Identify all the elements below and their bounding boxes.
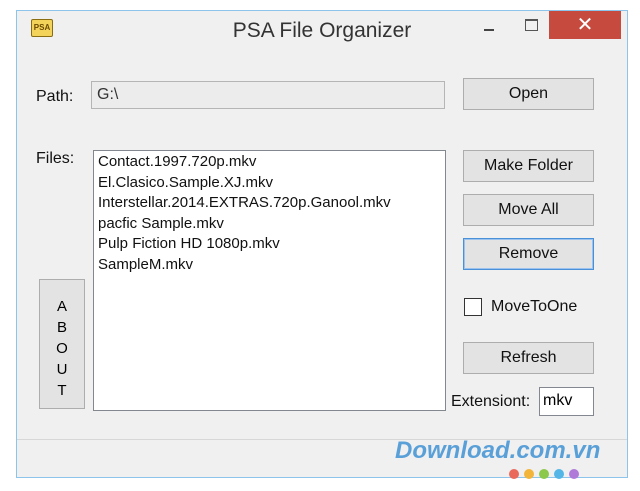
- about-letter: B: [56, 319, 67, 336]
- refresh-button[interactable]: Refresh: [463, 342, 594, 374]
- maximize-button[interactable]: [511, 11, 551, 39]
- watermark-dot: [569, 469, 579, 479]
- watermark-dots: [509, 469, 579, 479]
- open-button[interactable]: Open: [463, 78, 594, 110]
- extension-label: Extensiont:: [451, 393, 531, 410]
- app-window: PSA PSA File Organizer ✕ Path: G:\ Open …: [16, 10, 628, 478]
- minimize-icon: [484, 29, 494, 31]
- move-all-button[interactable]: Move All: [463, 194, 594, 226]
- list-item[interactable]: SampleM.mkv: [98, 255, 441, 276]
- remove-button[interactable]: Remove: [463, 238, 594, 270]
- path-label: Path:: [36, 88, 74, 105]
- move-to-one-checkbox[interactable]: [464, 298, 482, 316]
- watermark-dot: [509, 469, 519, 479]
- list-item[interactable]: Interstellar.2014.EXTRAS.720p.Ganool.mkv: [98, 193, 441, 214]
- list-item[interactable]: pacfic Sample.mkv: [98, 214, 441, 235]
- about-letter: O: [56, 340, 68, 357]
- files-label: Files:: [36, 150, 75, 167]
- close-icon: ✕: [576, 14, 594, 36]
- watermark-dot: [524, 469, 534, 479]
- move-to-one-label[interactable]: MoveToOne: [491, 298, 577, 316]
- file-list[interactable]: Contact.1997.720p.mkv El.Clasico.Sample.…: [93, 150, 446, 411]
- maximize-icon: [525, 19, 538, 31]
- about-letter: A: [56, 298, 67, 315]
- make-folder-button[interactable]: Make Folder: [463, 150, 594, 182]
- path-input[interactable]: G:\: [91, 81, 445, 109]
- watermark-text: Download.com.vn: [395, 437, 601, 464]
- list-item[interactable]: Contact.1997.720p.mkv: [98, 152, 441, 173]
- about-button[interactable]: A B O U T: [39, 279, 85, 409]
- watermark-logo: Download.com.vn: [395, 437, 601, 479]
- extension-input[interactable]: mkv: [539, 387, 594, 416]
- about-letter: T: [57, 382, 67, 399]
- title-bar[interactable]: PSA PSA File Organizer ✕: [17, 11, 627, 47]
- list-item[interactable]: El.Clasico.Sample.XJ.mkv: [98, 173, 441, 194]
- watermark-dot: [554, 469, 564, 479]
- about-letter: U: [56, 361, 68, 378]
- list-item[interactable]: Pulp Fiction HD 1080p.mkv: [98, 234, 441, 255]
- watermark-dot: [539, 469, 549, 479]
- close-button[interactable]: ✕: [549, 11, 621, 39]
- minimize-button[interactable]: [469, 11, 509, 39]
